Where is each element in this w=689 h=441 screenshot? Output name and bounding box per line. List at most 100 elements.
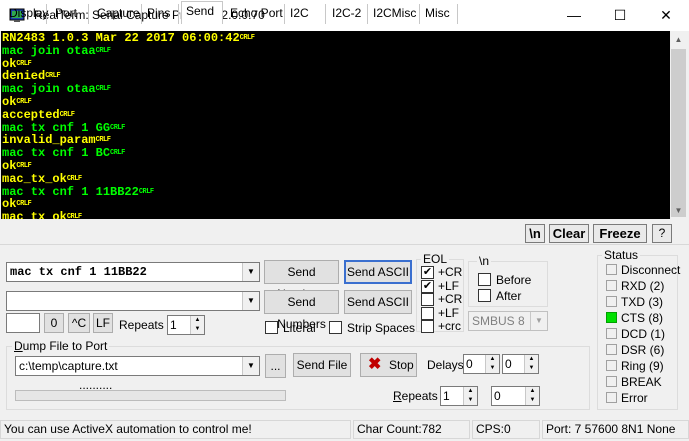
dump-repeats-label: Repeats — [393, 389, 438, 403]
delay-2-spinner[interactable]: ▲ ▼ — [524, 355, 538, 373]
send-combo-2[interactable]: ▼ — [6, 291, 260, 311]
dump-repeats-input-1[interactable]: 1 ▲ ▼ — [440, 386, 478, 406]
crlf-marker: CRLF — [16, 59, 32, 68]
status-label-2: TXD (3) — [621, 295, 663, 309]
eol-checkbox-1[interactable]: ✔ — [421, 279, 434, 293]
terminal-line-text: mac tx cnf 1 11BB22 — [2, 184, 139, 199]
literal-checkbox[interactable] — [265, 321, 278, 334]
char-count: Char Count:782 — [353, 420, 470, 439]
terminal-line-text: mac tx cnf 1 BC — [2, 146, 111, 161]
terminal-line: okCRLF — [1, 96, 670, 109]
cps-readout: CPS:0 — [472, 420, 540, 439]
eol-checkbox-4[interactable] — [421, 320, 434, 333]
dump-repeats-2-spinner[interactable]: ▲ ▼ — [525, 387, 539, 405]
terminal-line: okCRLF — [1, 57, 670, 71]
close-button[interactable]: ✕ — [643, 0, 689, 31]
status-label-4: DCD (1) — [621, 327, 665, 341]
delay-input-1[interactable]: 0 ▲ ▼ — [463, 354, 500, 374]
chevron-down-icon[interactable]: ▼ — [242, 263, 259, 281]
strip-spaces-checkbox[interactable] — [329, 321, 342, 334]
terminal-line: okCRLF — [1, 160, 670, 173]
crlf-marker: CRLF — [45, 72, 61, 81]
send-file-button[interactable]: Send File — [293, 353, 351, 377]
after-checkbox[interactable] — [478, 289, 491, 302]
before-checkbox[interactable] — [478, 273, 491, 286]
freeze-button[interactable]: Freeze — [593, 224, 647, 243]
terminal-line-text: mac_tx_ok — [2, 210, 67, 219]
chevron-down-icon[interactable]: ▼ — [242, 292, 259, 310]
terminal-scrollbar[interactable]: ▲ ▼ — [670, 31, 687, 219]
repeats-label: Repeats — [119, 318, 164, 332]
crlf-marker: CRLF — [95, 136, 111, 145]
scroll-down-icon[interactable]: ▼ — [670, 202, 687, 219]
status-label-0: Disconnect — [621, 263, 681, 277]
clear-button[interactable]: Clear — [549, 224, 589, 243]
minimize-button[interactable]: — — [551, 0, 597, 31]
terminal-line: mac_tx_okCRLF — [1, 211, 670, 219]
help-button[interactable]: ? — [652, 224, 672, 243]
repeats-spinner[interactable]: ▲ ▼ — [190, 316, 204, 334]
chevron-down-icon[interactable]: ▼ — [530, 312, 547, 330]
status-label-1: RXD (2) — [621, 279, 665, 293]
scroll-up-icon[interactable]: ▲ — [670, 31, 687, 48]
send-combo-1[interactable]: mac tx cnf 1 11BB22 ▼ — [6, 262, 260, 282]
newline-group-title: \n — [477, 254, 492, 268]
tab-send[interactable]: Send — [181, 1, 223, 24]
send-ascii-button-2[interactable]: Send ASCII — [344, 290, 412, 314]
tab-i2c-2[interactable]: I2C-2 — [328, 4, 368, 24]
eol-checkbox-2[interactable] — [421, 293, 434, 306]
status-led-8 — [606, 392, 617, 403]
chevron-down-icon[interactable]: ▼ — [242, 357, 259, 375]
dump-file-combo[interactable]: c:\temp\capture.txt ▼ — [15, 356, 260, 376]
send-numbers-button-1[interactable]: Send Numbers — [264, 260, 339, 301]
send-ascii-button-1[interactable]: Send ASCII — [344, 260, 412, 284]
zero-button[interactable]: 0 — [44, 313, 64, 333]
strip-spaces-label: Strip Spaces — [347, 321, 416, 335]
maximize-button[interactable]: ☐ — [597, 0, 643, 31]
smbus-select[interactable]: SMBUS 8 ▼ — [468, 311, 548, 331]
scroll-thumb[interactable] — [671, 49, 686, 217]
stop-button[interactable]: ✖ Stop — [360, 353, 417, 377]
repeats-input[interactable]: 1 ▲ ▼ — [167, 315, 205, 335]
terminal-line: mac tx cnf 1 11BB22CRLF — [1, 184, 670, 199]
tab-pins[interactable]: Pins — [143, 4, 179, 24]
status-led-0 — [606, 264, 617, 275]
terminal-line: deniedCRLF — [1, 70, 670, 83]
browse-button[interactable]: ... — [265, 354, 286, 378]
delay-input-2[interactable]: 0 ▲ ▼ — [502, 354, 539, 374]
crlf-marker: CRLF — [110, 149, 125, 158]
status-led-6 — [606, 360, 617, 371]
newline-button[interactable]: \n — [525, 224, 545, 243]
eol-checkbox-0[interactable]: ✔ — [421, 266, 434, 279]
delay-1-spinner[interactable]: ▲ ▼ — [485, 355, 499, 373]
terminal-output[interactable]: RN2483 1.0.3 Mar 22 2017 06:00:42CRLF mac… — [1, 31, 670, 219]
send-numbers-button-2[interactable]: Send Numbers — [264, 290, 339, 331]
tab-i2c[interactable]: I2C — [286, 4, 326, 24]
tab-capture[interactable]: Capture — [93, 4, 142, 24]
status-led-4 — [606, 328, 617, 339]
eol-label-1: +LF — [438, 278, 460, 293]
char-input[interactable] — [6, 313, 40, 333]
tab-display[interactable]: Display — [5, 4, 48, 24]
terminal-line: mac join otaaCRLF — [1, 44, 670, 58]
ctrl-c-button[interactable]: ^C — [68, 313, 90, 333]
status-led-2 — [606, 296, 617, 307]
status-label-7: BREAK — [621, 375, 662, 389]
eol-checkbox-3[interactable] — [421, 306, 434, 320]
after-label: After — [496, 289, 522, 303]
status-led-1 — [606, 280, 617, 291]
eol-label-2: +CR — [438, 292, 463, 306]
dump-progress-bar — [15, 390, 286, 401]
dump-repeats-input-2[interactable]: 0 ▲ ▼ — [491, 386, 540, 406]
tab-misc[interactable]: Misc — [421, 4, 458, 24]
tab-port[interactable]: Port — [51, 4, 89, 24]
crlf-marker: CRLF — [138, 187, 154, 196]
lf-button[interactable]: LF — [93, 313, 113, 333]
tab-i2cmisc[interactable]: I2CMisc — [369, 4, 420, 24]
crlf-marker: CRLF — [95, 46, 111, 55]
crlf-marker: CRLF — [59, 110, 75, 119]
status-message: You can use ActiveX automation to contro… — [0, 420, 351, 439]
tab-echo-port[interactable]: Echo Port — [226, 4, 285, 24]
dump-repeats-1-spinner[interactable]: ▲ ▼ — [463, 387, 477, 405]
delays-label: Delays — [427, 358, 464, 372]
